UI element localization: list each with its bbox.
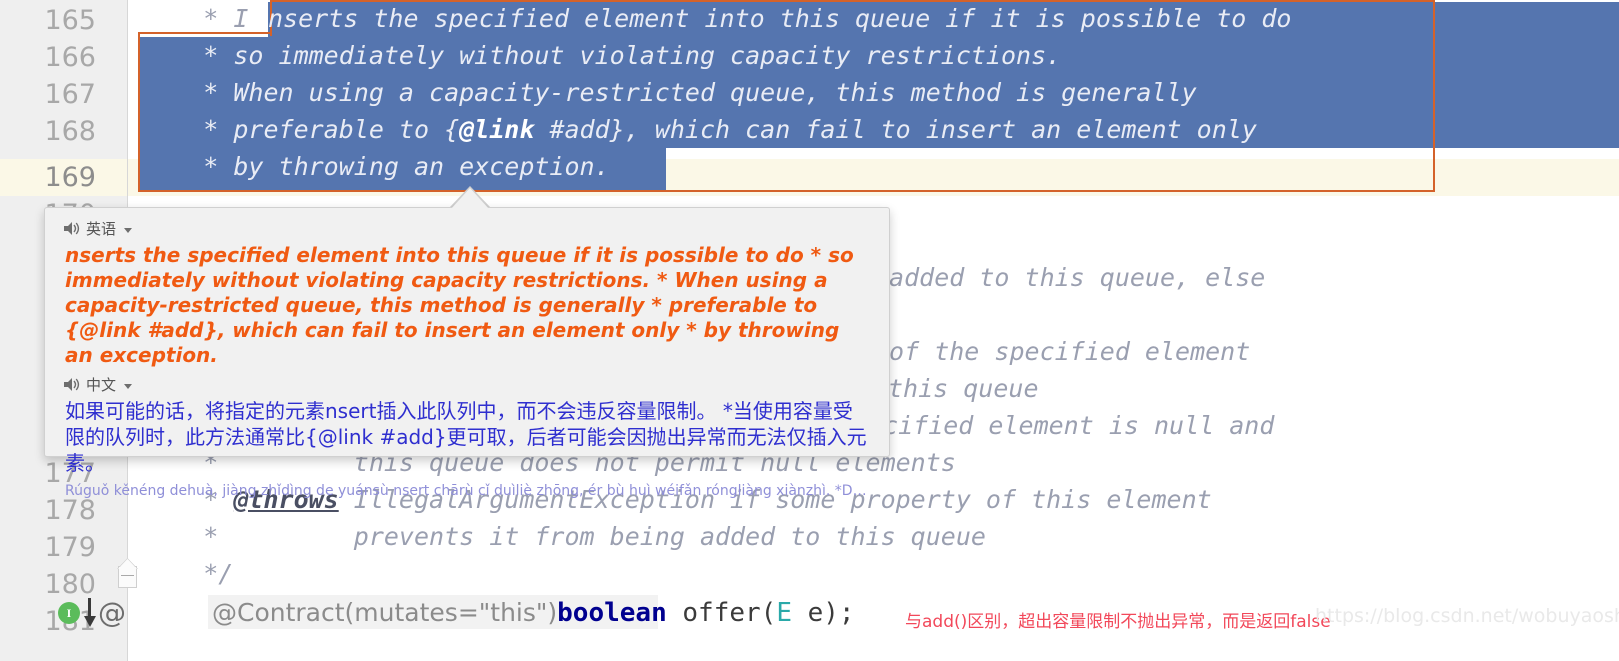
line-number-179: 179 — [44, 532, 96, 563]
popup-source-section: 英语 nserts the specified element into thi… — [45, 208, 889, 368]
line-number-165: 165 — [44, 5, 96, 36]
code-text: * so immediately without violating capac… — [128, 41, 1062, 70]
source-language-row[interactable]: 英语 — [45, 218, 889, 239]
fold-rail-lower — [127, 588, 128, 661]
implementation-marker-icon[interactable]: I — [58, 602, 80, 624]
popup-target-section: 中文 如果可能的话，将指定的元素nsert插入此队列中，而不会违反容量限制。 *… — [45, 368, 889, 500]
fold-collapse-box[interactable] — [118, 566, 137, 588]
target-text: 如果可能的话，将指定的元素nsert插入此队列中，而不会违反容量限制。 *当使用… — [65, 399, 867, 475]
javadoc-link-tag: @link — [459, 115, 535, 144]
code-text: #add}, which can fail to insert an eleme… — [534, 115, 1257, 144]
override-arrow-icon[interactable] — [83, 598, 97, 628]
code-line-166-selected: * so immediately without violating capac… — [128, 37, 1061, 74]
code-text: nserts the specified element into this q… — [268, 4, 1292, 33]
line-number-166: 166 — [44, 42, 96, 73]
speaker-icon[interactable] — [63, 221, 80, 236]
line-number-180: 180 — [44, 569, 96, 600]
code-text: * by throwing an exception. — [128, 152, 610, 181]
target-language-label: 中文 — [86, 376, 117, 394]
code-line-168-selected: * preferable to {@link #add}, which can … — [128, 111, 1257, 148]
line-number-167: 167 — [44, 79, 96, 110]
code-line-167-selected: * When using a capacity-restricted queue… — [128, 74, 1197, 111]
fold-collapse-dash-icon — [121, 575, 134, 576]
target-language-row[interactable]: 中文 — [45, 374, 889, 395]
code-line-169-selected: * by throwing an exception. — [128, 148, 610, 185]
pinyin-text: Rúguǒ kěnéng dehuà, jiàng zhǐdìng de yuá… — [65, 483, 889, 499]
source-text: nserts the specified element into this q… — [65, 243, 854, 367]
line-number-181: 181 — [0, 603, 96, 640]
code-text: * When using a capacity-restricted queue… — [128, 78, 1197, 107]
code-text: * preferable to { — [128, 115, 460, 144]
chevron-down-icon[interactable] — [124, 383, 133, 389]
line-number-168: 168 — [44, 116, 96, 147]
annotation-at-icon[interactable]: @ — [98, 598, 126, 628]
translate-popup[interactable]: 英语 nserts the specified element into thi… — [44, 207, 890, 499]
speaker-icon[interactable] — [63, 377, 80, 392]
source-language-label: 英语 — [86, 220, 117, 238]
chevron-down-icon[interactable] — [124, 227, 133, 233]
code-line-165-selected: nserts the specified element into this q… — [128, 0, 1292, 37]
line-number-169: 169 — [44, 162, 96, 193]
